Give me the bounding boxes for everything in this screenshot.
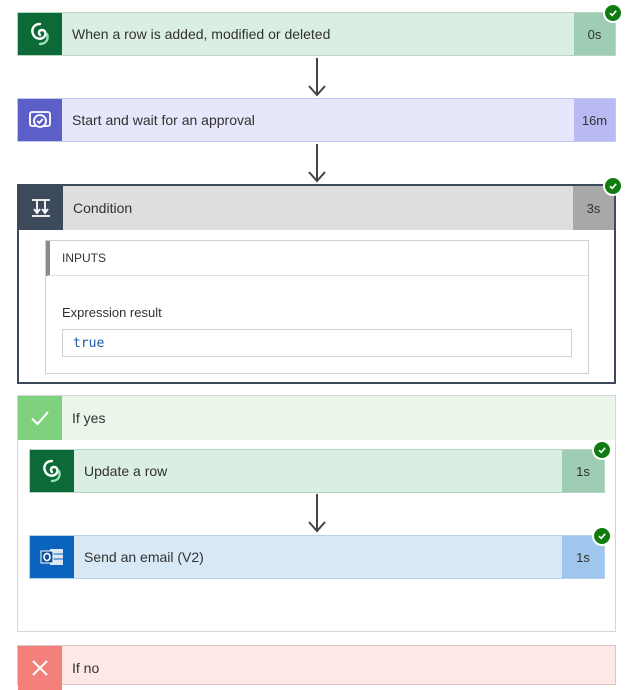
condition-inputs-panel: INPUTS Expression result true [45,240,589,374]
flow-arrow [308,144,326,183]
if-no-branch: If no [17,645,616,690]
flow-arrow [308,58,326,97]
expression-value-text: true [73,335,105,351]
flow-arrow [308,494,326,533]
success-check-icon [605,178,621,194]
update-row-card[interactable]: Update a row 1s [29,449,605,493]
inputs-header[interactable]: INPUTS [46,241,588,276]
inputs-label: INPUTS [62,251,107,265]
send-email-title: Send an email (V2) [84,549,204,565]
if-yes-header[interactable]: If yes [18,396,615,440]
trigger-card[interactable]: When a row is added, modified or deleted… [17,12,616,56]
success-check-icon [605,5,621,21]
approval-title: Start and wait for an approval [72,112,255,128]
if-yes-label: If yes [72,410,106,426]
approval-duration: 16m [574,99,615,141]
update-row-title: Update a row [84,463,168,479]
expression-result-label: Expression result [62,305,162,320]
condition-card[interactable]: Condition 3s INPUTS Expression result tr… [17,184,616,384]
condition-icon [19,186,63,230]
condition-title: Condition [73,200,133,216]
dataverse-icon [18,13,62,55]
if-no-header[interactable]: If no [18,646,615,690]
approval-card[interactable]: Start and wait for an approval 16m [17,98,616,142]
send-email-card[interactable]: Send an email (V2) 1s [29,535,605,579]
outlook-icon [30,536,74,578]
success-check-icon [594,442,610,458]
dataverse-icon [30,450,74,492]
if-no-label: If no [72,660,100,676]
close-icon [18,646,62,690]
checkmark-icon [18,396,62,440]
approval-icon [18,99,62,141]
success-check-icon [594,528,610,544]
expression-result-value: true [62,329,572,357]
trigger-title: When a row is added, modified or deleted [72,26,331,42]
